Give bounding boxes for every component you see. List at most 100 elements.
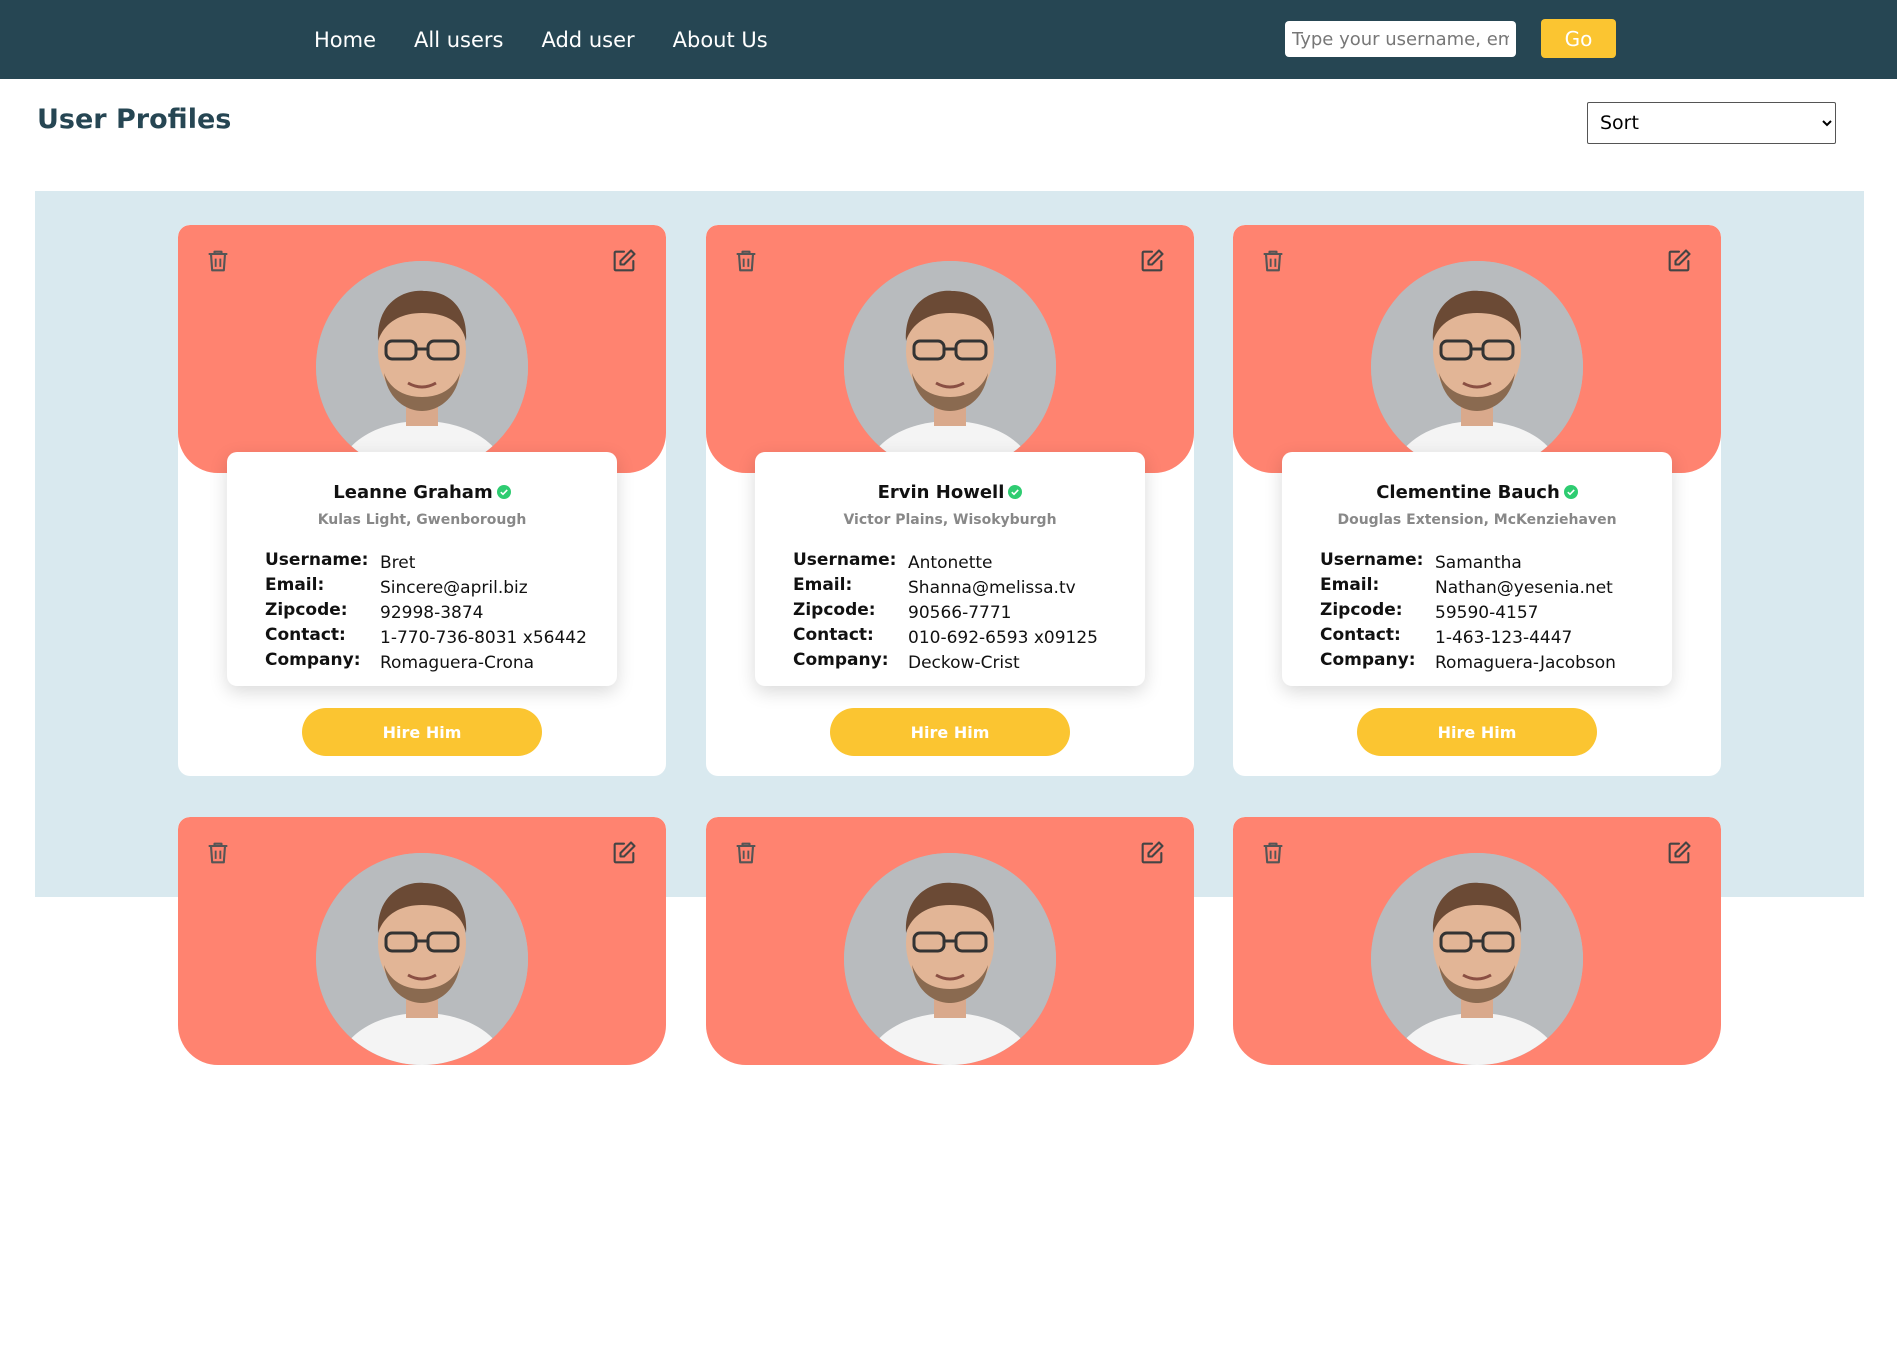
detail-row-contact: Contact: 1-770-736-8031 x56442 — [265, 625, 605, 650]
verified-badge-icon — [1008, 485, 1022, 499]
user-address: Kulas Light, Gwenborough — [317, 512, 527, 528]
nav-about-us-link[interactable]: About Us — [673, 28, 768, 52]
user-name-row: Clementine Bauch — [1282, 482, 1672, 503]
username-value: Samantha — [1435, 553, 1522, 573]
detail-row-zipcode: Zipcode: 92998-3874 — [265, 600, 605, 625]
contact-value: 1-770-736-8031 x56442 — [380, 628, 587, 648]
avatar — [1371, 261, 1583, 473]
edit-icon[interactable] — [1138, 247, 1166, 275]
card-header — [706, 817, 1194, 1065]
card-header — [706, 225, 1194, 473]
user-address: Douglas Extension, McKenziehaven — [1337, 512, 1617, 528]
nav-add-user-link[interactable]: Add user — [541, 28, 634, 52]
trash-icon[interactable] — [1259, 839, 1287, 867]
company-value: Romaguera-Crona — [380, 653, 535, 673]
user-name-row: Leanne Graham — [227, 482, 617, 503]
search-input[interactable] — [1285, 21, 1516, 57]
email-value: Shanna@melissa.tv — [908, 578, 1076, 598]
contact-label: Contact: — [265, 625, 346, 645]
detail-row-username: Username: Bret — [265, 550, 605, 575]
user-card: Clementine Bauch Douglas Extension, McKe… — [1233, 225, 1721, 776]
hire-button[interactable]: Hire Him — [1357, 708, 1597, 756]
contact-label: Contact: — [793, 625, 874, 645]
user-card: Leanne Graham Kulas Light, Gwenborough U… — [178, 225, 666, 776]
email-label: Email: — [265, 575, 325, 595]
user-name: Leanne Graham — [333, 482, 493, 503]
edit-icon[interactable] — [1138, 839, 1166, 867]
nav-links: Home All users Add user About Us — [314, 0, 768, 79]
trash-icon[interactable] — [204, 247, 232, 275]
username-label: Username: — [265, 550, 369, 570]
zipcode-label: Zipcode: — [1320, 600, 1403, 620]
email-label: Email: — [793, 575, 853, 595]
avatar — [316, 853, 528, 1065]
avatar — [844, 261, 1056, 473]
detail-row-email: Email: Shanna@melissa.tv — [793, 575, 1133, 600]
detail-row-contact: Contact: 1-463-123-4447 — [1320, 625, 1660, 650]
user-info-box: Ervin Howell Victor Plains, Wisokyburgh … — [755, 452, 1145, 686]
detail-row-username: Username: Samantha — [1320, 550, 1660, 575]
user-name: Clementine Bauch — [1376, 482, 1560, 503]
detail-row-username: Username: Antonette — [793, 550, 1133, 575]
card-header — [1233, 817, 1721, 1065]
go-button[interactable]: Go — [1541, 19, 1616, 58]
trash-icon[interactable] — [732, 839, 760, 867]
user-card-partial — [178, 817, 666, 1368]
detail-row-email: Email: Sincere@april.biz — [265, 575, 605, 600]
company-label: Company: — [265, 650, 361, 670]
username-value: Bret — [380, 553, 416, 573]
edit-icon[interactable] — [610, 247, 638, 275]
user-details: Username: Bret Email: Sincere@april.biz Zi… — [265, 550, 605, 675]
card-header — [178, 817, 666, 1065]
user-card-partial — [1233, 817, 1721, 1368]
zipcode-value: 59590-4157 — [1435, 603, 1539, 623]
zipcode-label: Zipcode: — [265, 600, 348, 620]
user-info-box: Clementine Bauch Douglas Extension, McKe… — [1282, 452, 1672, 686]
user-info-box: Leanne Graham Kulas Light, Gwenborough U… — [227, 452, 617, 686]
detail-row-company: Company: Romaguera-Crona — [265, 650, 605, 675]
trash-icon[interactable] — [732, 247, 760, 275]
detail-row-company: Company: Romaguera-Jacobson — [1320, 650, 1660, 675]
trash-icon[interactable] — [1259, 247, 1287, 275]
verified-badge-icon — [497, 485, 511, 499]
user-card-partial — [706, 817, 1194, 1368]
avatar — [1371, 853, 1583, 1065]
detail-row-zipcode: Zipcode: 90566-7771 — [793, 600, 1133, 625]
edit-icon[interactable] — [1665, 839, 1693, 867]
email-label: Email: — [1320, 575, 1380, 595]
sort-select[interactable]: Sort — [1587, 102, 1836, 144]
company-label: Company: — [793, 650, 889, 670]
user-card: Ervin Howell Victor Plains, Wisokyburgh … — [706, 225, 1194, 776]
contact-value: 1-463-123-4447 — [1435, 628, 1573, 648]
contact-label: Contact: — [1320, 625, 1401, 645]
email-value: Nathan@yesenia.net — [1435, 578, 1613, 598]
nav-home-link[interactable]: Home — [314, 28, 376, 52]
user-address: Victor Plains, Wisokyburgh — [843, 512, 1057, 528]
zipcode-value: 92998-3874 — [380, 603, 484, 623]
username-value: Antonette — [908, 553, 993, 573]
page-title: User Profiles — [37, 104, 232, 135]
user-details: Username: Antonette Email: Shanna@melissa.… — [793, 550, 1133, 675]
user-details: Username: Samantha Email: Nathan@yesenia.n… — [1320, 550, 1660, 675]
edit-icon[interactable] — [1665, 247, 1693, 275]
user-name: Ervin Howell — [877, 482, 1005, 503]
company-label: Company: — [1320, 650, 1416, 670]
nav-all-users-link[interactable]: All users — [414, 28, 503, 52]
trash-icon[interactable] — [204, 839, 232, 867]
zipcode-value: 90566-7771 — [908, 603, 1012, 623]
hire-button[interactable]: Hire Him — [830, 708, 1070, 756]
email-value: Sincere@april.biz — [380, 578, 528, 598]
user-name-row: Ervin Howell — [755, 482, 1145, 503]
detail-row-contact: Contact: 010-692-6593 x09125 — [793, 625, 1133, 650]
edit-icon[interactable] — [610, 839, 638, 867]
zipcode-label: Zipcode: — [793, 600, 876, 620]
cards-area: Leanne Graham Kulas Light, Gwenborough U… — [35, 191, 1864, 1368]
avatar — [844, 853, 1056, 1065]
company-value: Romaguera-Jacobson — [1435, 653, 1616, 673]
company-value: Deckow-Crist — [908, 653, 1020, 673]
detail-row-zipcode: Zipcode: 59590-4157 — [1320, 600, 1660, 625]
hire-button[interactable]: Hire Him — [302, 708, 542, 756]
avatar — [316, 261, 528, 473]
contact-value: 010-692-6593 x09125 — [908, 628, 1098, 648]
top-navbar: Home All users Add user About Us Go — [0, 0, 1897, 79]
